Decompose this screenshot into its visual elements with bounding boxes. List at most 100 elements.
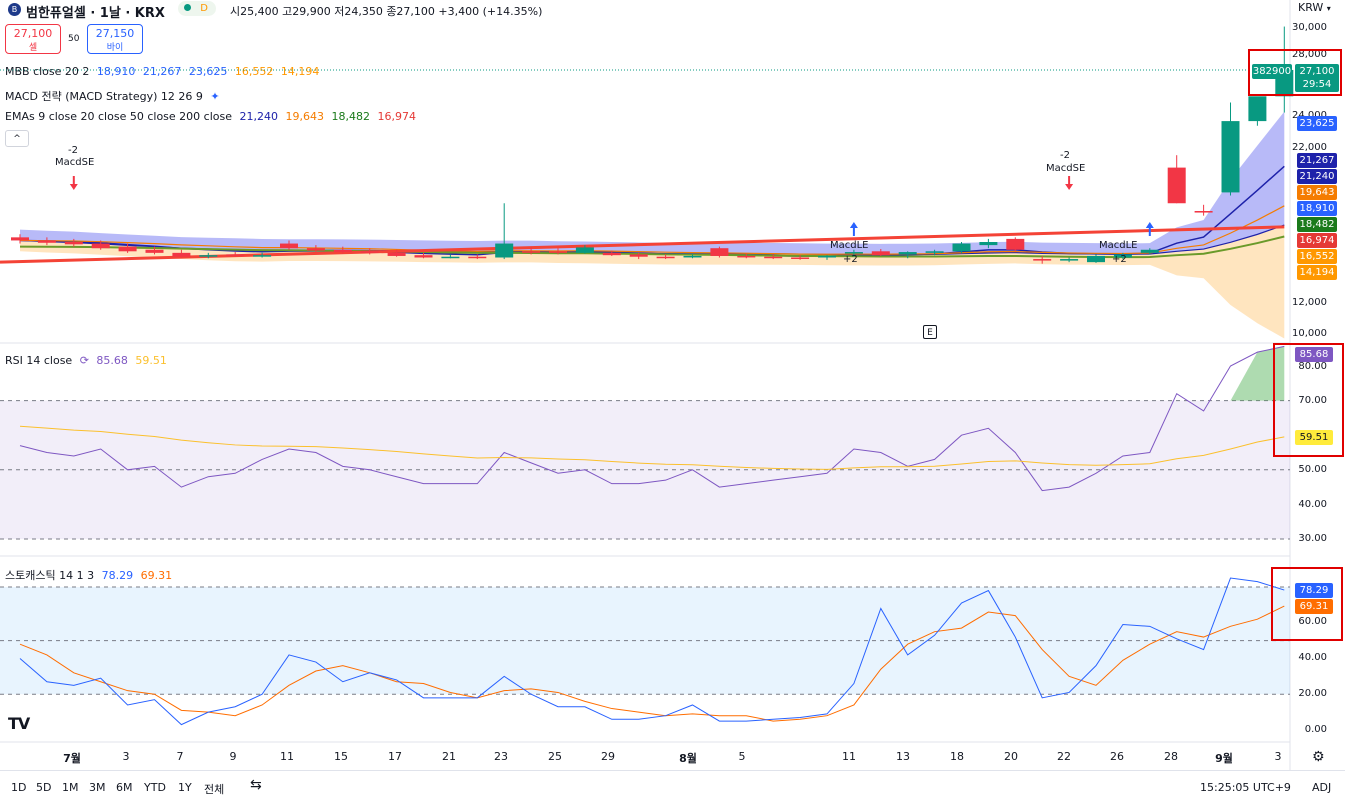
- x-tick: 7월: [63, 752, 81, 765]
- x-tick: 11: [280, 750, 294, 763]
- price-tick-10000: 10,000: [1292, 328, 1327, 339]
- bollinger-upper-fill: [20, 111, 1285, 255]
- candle-body: [952, 243, 971, 252]
- x-tick: 23: [494, 750, 508, 763]
- rsi-value-1: 85.68: [96, 354, 128, 367]
- loading-icon: ⟳: [79, 354, 89, 367]
- candle-body: [387, 252, 406, 256]
- rsi-value-2: 59.51: [135, 354, 167, 367]
- bollinger-lower-fill: [20, 225, 1285, 339]
- long-signal-arrow: [849, 222, 858, 236]
- emas-legend[interactable]: EMAs 9 close 20 close 50 close 200 close…: [5, 110, 420, 123]
- collapse-legend-button[interactable]: ^: [5, 130, 29, 147]
- date-range-icon[interactable]: ⇆: [250, 777, 262, 793]
- candle-body: [64, 242, 83, 245]
- clock-time[interactable]: 15:25:05 UTC+9: [1200, 781, 1291, 794]
- price-tag-21267: 21,267: [1297, 153, 1337, 168]
- emas-value-1: 21,240: [239, 110, 279, 123]
- stoch-k-line: [19, 577, 1285, 726]
- timeframe-6m[interactable]: 6M: [116, 781, 133, 794]
- long-signal-arrow: [1145, 222, 1154, 236]
- x-tick: 5: [738, 750, 746, 763]
- signal-short-1-label: MacdSE: [55, 157, 95, 168]
- timeframe-3m[interactable]: 3M: [89, 781, 106, 794]
- mbb-legend[interactable]: MBB close 20 2 18,910 21,267 23,625 16,5…: [5, 65, 323, 78]
- earnings-label: E: [927, 328, 933, 338]
- sparkle-icon[interactable]: ✦: [210, 90, 219, 103]
- adj-toggle[interactable]: ADJ: [1312, 781, 1331, 794]
- tradingview-logo[interactable]: TV: [8, 714, 30, 733]
- ema200-line: [0, 225, 1285, 264]
- bollinger-mid-line: [19, 224, 1285, 256]
- signal-long-1-qty: +2: [843, 254, 858, 265]
- candle-body: [1221, 121, 1240, 193]
- stoch-legend[interactable]: 스토캐스틱 14 1 3 78.29 69.31: [5, 567, 176, 583]
- price-tag-18910: 18,910: [1297, 201, 1337, 216]
- rsi-legend[interactable]: RSI 14 close ⟳ 85.68 59.51: [5, 354, 171, 367]
- mbb-value-4: 16,552: [234, 65, 274, 78]
- timeframe-1m[interactable]: 1M: [62, 781, 79, 794]
- rsi-line: [19, 345, 1285, 492]
- x-tick: 21: [442, 750, 456, 763]
- x-tick: 29: [601, 750, 615, 763]
- x-tick: 18: [950, 750, 964, 763]
- price-tag-14194: 14,194: [1297, 265, 1337, 280]
- timeframe-all[interactable]: 전체: [204, 781, 224, 797]
- candle-body: [549, 251, 567, 253]
- price-tag-18482: 18,482: [1297, 217, 1337, 232]
- stoch-value-2: 69.31: [140, 569, 173, 582]
- price-tag-16552: 16,552: [1297, 249, 1337, 264]
- bottom-toolbar: [0, 770, 1345, 804]
- candle-body: [602, 252, 621, 256]
- settings-icon[interactable]: ⚙: [1312, 749, 1325, 765]
- price-tag-19643: 19,643: [1297, 185, 1337, 200]
- macd-legend[interactable]: MACD 전략 (MACD Strategy) 12 26 9 ✦: [5, 88, 224, 104]
- rsi-signal-line: [19, 425, 1285, 470]
- rsi-name: RSI 14 close: [5, 354, 73, 367]
- emas-name: EMAs 9 close 20 close 50 close 200 close: [5, 110, 232, 123]
- timeframe-ytd[interactable]: YTD: [144, 781, 166, 794]
- candle-body: [629, 254, 648, 257]
- signal-short-2-qty: -2: [1060, 150, 1070, 161]
- candle-body: [441, 256, 460, 259]
- mbb-value-2: 21,267: [142, 65, 182, 78]
- timeframe-1d[interactable]: 1D: [11, 781, 26, 794]
- timeframe-1y[interactable]: 1Y: [178, 781, 192, 794]
- candle-body: [1167, 167, 1186, 204]
- mbb-value-5: 14,194: [280, 65, 320, 78]
- stoch-d-line: [19, 605, 1285, 722]
- earnings-marker[interactable]: E: [923, 325, 937, 339]
- buy-button[interactable]: 27,150 바이: [87, 24, 143, 54]
- timeframe-5d[interactable]: 5D: [36, 781, 51, 794]
- ema9-line: [19, 165, 1285, 257]
- candle-body: [91, 243, 110, 249]
- candle-body: [683, 255, 702, 258]
- currency-selector[interactable]: KRW ▾: [1298, 1, 1331, 14]
- mbb-value-3: 23,625: [188, 65, 228, 78]
- sell-label: 셀: [28, 43, 38, 53]
- candle-body: [1060, 259, 1079, 261]
- sell-button[interactable]: 27,100 셀: [5, 24, 61, 54]
- sell-price: 27,100: [13, 27, 53, 40]
- rsi-band-fill: [0, 400, 1290, 539]
- x-tick: 15: [334, 750, 348, 763]
- x-tick: 8월: [679, 752, 697, 765]
- price-tag-16974: 16,974: [1297, 233, 1337, 248]
- signal-long-2-label: MacdLE: [1099, 240, 1138, 251]
- x-tick: 17: [388, 750, 402, 763]
- market-status-badge[interactable]: D: [178, 1, 216, 16]
- stoch-tick-0: 0.00: [1304, 724, 1327, 735]
- candle-body: [871, 251, 890, 256]
- x-tick: 3: [122, 750, 130, 763]
- candle-body: [280, 243, 298, 249]
- candle-body: [522, 251, 541, 253]
- x-tick: 3: [1274, 750, 1282, 763]
- candle-body: [1087, 255, 1105, 263]
- symbol-title[interactable]: 범한퓨얼셀 · 1날 · KRX: [26, 2, 165, 21]
- candle-body: [979, 242, 998, 246]
- emas-value-3: 18,482: [331, 110, 371, 123]
- symbol-logo-icon[interactable]: B: [8, 3, 21, 16]
- x-tick: 22: [1057, 750, 1071, 763]
- price-tick-12000: 12,000: [1292, 297, 1327, 308]
- stoch-tick-40: 40.00: [1298, 652, 1327, 663]
